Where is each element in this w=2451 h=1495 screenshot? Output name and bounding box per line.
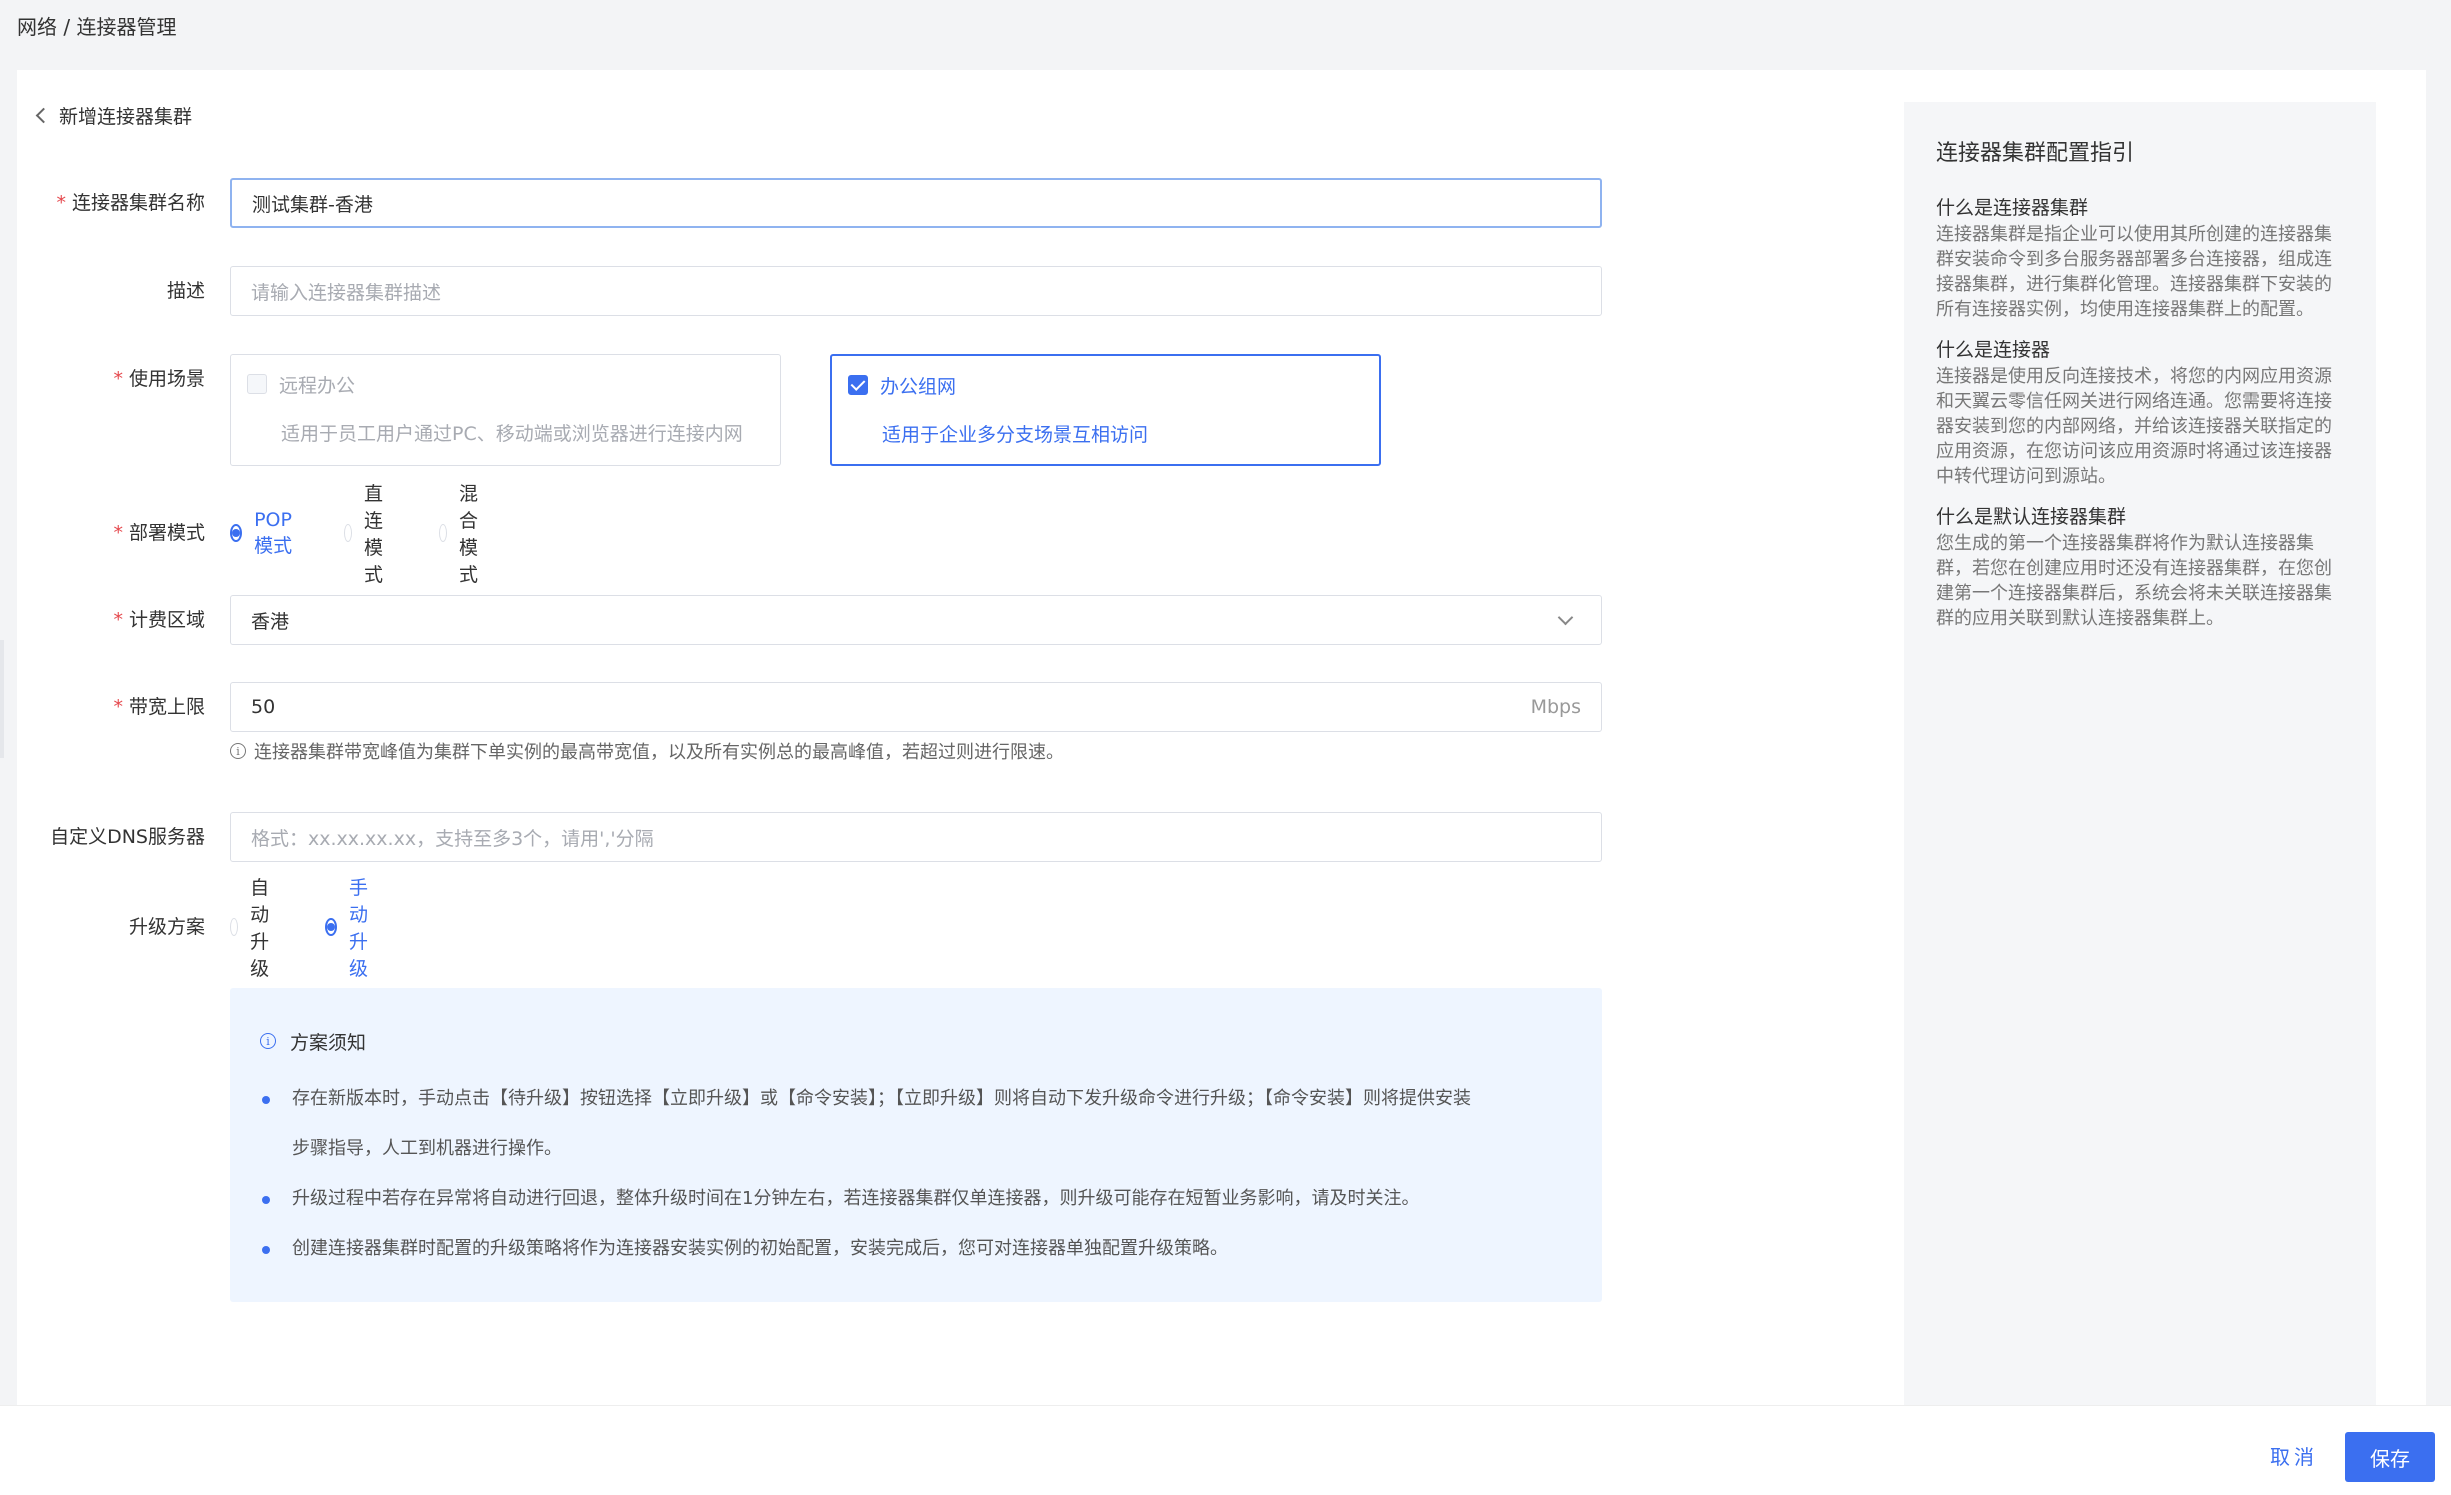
deploy-mode-label: * 部署模式	[113, 522, 205, 544]
radio-manual-upgrade[interactable]: 手动升级	[325, 873, 374, 981]
checkbox-remote[interactable]	[247, 374, 267, 394]
notice-item: 升级过程中若存在异常将自动进行回退，整体升级时间在1分钟左右，若连接器集群仅单连…	[260, 1174, 1572, 1224]
radio-auto-upgrade[interactable]: 自动升级	[230, 873, 279, 981]
radio-pop-mode[interactable]: POP模式	[230, 509, 298, 558]
radio-direct-mode[interactable]: 直连模式	[343, 479, 393, 587]
notice-item: 创建连接器集群时配置的升级策略将作为连接器安装实例的初始配置，安装完成后，您可对…	[260, 1224, 1572, 1274]
billing-region-label: * 计费区域	[113, 609, 205, 631]
chevron-down-icon	[1557, 609, 1574, 625]
row-deploy-mode: * 部署模式 POP模式 直连模式 混合模式	[17, 483, 478, 586]
notice-item-continued: 步骤指导，人工到机器进行操作。	[292, 1138, 562, 1159]
description-label: 描述	[166, 280, 205, 302]
side-handle[interactable]	[0, 640, 4, 758]
guide-section: 什么是连接器集群 连接器集群是指企业可以使用其所创建的连接器集群安装命令到多台服…	[1936, 197, 2332, 320]
cluster-name-label: * 连接器集群名称	[56, 192, 205, 214]
scene-option-remote[interactable]: 远程办公 适用于员工用户通过PC、移动端或浏览器进行连接内网	[230, 354, 781, 466]
radio-hybrid-mode[interactable]: 混合模式	[438, 479, 488, 587]
row-cluster-name: * 连接器集群名称 测试集群-香港	[17, 178, 1602, 228]
form-card: 新增连接器集群 * 连接器集群名称 测试集群-香港 描述 请输入连接器集群描述 *…	[17, 70, 2426, 1410]
info-icon: i	[260, 1033, 276, 1049]
cancel-button[interactable]: 取消	[2270, 1432, 2318, 1482]
page-title: 新增连接器集群	[59, 105, 193, 128]
notice-title: 方案须知	[290, 1031, 367, 1054]
billing-region-select[interactable]: 香港	[230, 595, 1602, 645]
bandwidth-hint: i 连接器集群带宽峰值为集群下单实例的最高带宽值，以及所有实例总的最高峰值，若超…	[230, 738, 1064, 764]
row-scene: * 使用场景 远程办公 适用于员工用户通过PC、移动端或浏览器进行连接内网 办公组…	[17, 354, 1381, 466]
upgrade-notice: i 方案须知 存在新版本时，手动点击【待升级】按钮选择【立即升级】或【命令安装】…	[230, 988, 1602, 1302]
cluster-name-input[interactable]: 测试集群-香港	[230, 178, 1602, 228]
row-bandwidth: * 带宽上限 50 Mbps i 连接器集群带宽峰值为集群下单实例的最高带宽值，以…	[17, 682, 1602, 792]
upgrade-label: 升级方案	[128, 916, 205, 938]
breadcrumb: 网络 / 连接器管理	[17, 15, 177, 39]
row-description: 描述 请输入连接器集群描述	[17, 266, 1602, 316]
checkbox-office-network[interactable]	[848, 375, 868, 395]
bandwidth-input[interactable]: 50 Mbps	[230, 682, 1602, 732]
config-guide-panel: 连接器集群配置指引 什么是连接器集群 连接器集群是指企业可以使用其所创建的连接器…	[1904, 102, 2376, 1410]
scene-option-office-network[interactable]: 办公组网 适用于企业多分支场景互相访问	[830, 354, 1381, 466]
guide-section: 什么是连接器 连接器是使用反向连接技术，将您的内网应用资源和天翼云零信任网关进行…	[1936, 339, 2332, 487]
notice-item: 存在新版本时，手动点击【待升级】按钮选择【立即升级】或【命令安装】；【立即升级】…	[260, 1074, 1572, 1124]
save-button[interactable]: 保存	[2345, 1432, 2435, 1482]
bandwidth-label: * 带宽上限	[113, 696, 205, 718]
row-upgrade: 升级方案 自动升级 手动升级	[17, 877, 368, 980]
back-link[interactable]: 新增连接器集群	[34, 100, 192, 130]
dns-input[interactable]: 格式：xx.xx.xx.xx，支持至多3个，请用','分隔	[230, 812, 1602, 862]
dns-label: 自定义DNS服务器	[50, 826, 205, 848]
guide-title: 连接器集群配置指引	[1936, 141, 2135, 166]
info-icon: i	[230, 743, 246, 759]
row-dns: 自定义DNS服务器 格式：xx.xx.xx.xx，支持至多3个，请用','分隔	[17, 812, 1602, 862]
footer-bar: 取消 保存	[0, 1405, 2451, 1495]
chevron-left-icon	[35, 107, 52, 123]
description-input[interactable]: 请输入连接器集群描述	[230, 266, 1602, 316]
bandwidth-unit: Mbps	[1530, 696, 1581, 718]
guide-section: 什么是默认连接器集群 您生成的第一个连接器集群将作为默认连接器集群，若您在创建应…	[1936, 506, 2332, 629]
row-billing-region: * 计费区域 香港	[17, 595, 1602, 645]
scene-label: * 使用场景	[113, 368, 205, 390]
